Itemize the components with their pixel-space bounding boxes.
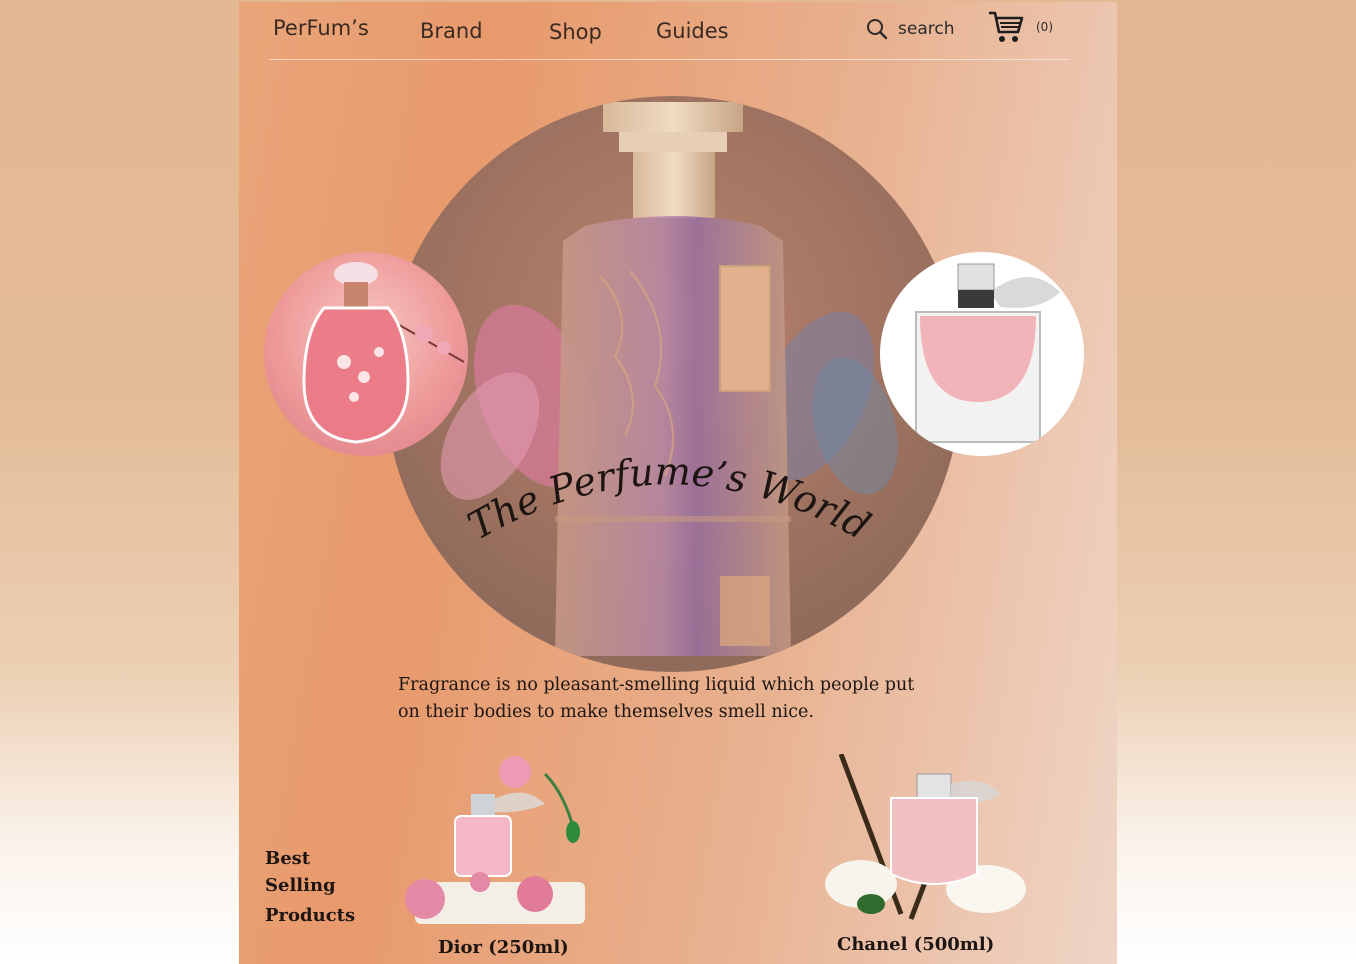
page-canvas: PerFum’s Brand Shop Guides search (0) Th… <box>239 2 1117 964</box>
hero-title: The Perfume’s World <box>461 449 878 548</box>
best-selling-line-1: Best <box>265 848 311 869</box>
product-chanel-image[interactable] <box>811 753 1033 926</box>
svg-text:The Perfume’s World: The Perfume’s World <box>461 449 878 548</box>
site-logo[interactable]: PerFum’s <box>273 16 369 40</box>
tagline-line-1: Fragrance is no pleasant-smelling liquid… <box>398 675 915 695</box>
best-selling-line-2: Selling <box>265 875 336 896</box>
cart-count-badge: (0) <box>1036 20 1053 34</box>
product-chanel-name[interactable]: Chanel (500ml) <box>837 934 994 955</box>
best-selling-line-3: Products <box>265 905 356 926</box>
top-navigation: PerFum’s Brand Shop Guides search (0) <box>269 2 1069 60</box>
hero-image <box>385 96 961 672</box>
cart-button[interactable]: (0) <box>988 10 1053 44</box>
nav-link-brand[interactable]: Brand <box>420 19 483 43</box>
product-dior-image[interactable] <box>395 754 585 926</box>
shopping-cart-icon <box>989 11 1024 42</box>
search-label: search <box>898 19 955 39</box>
search-button[interactable]: search <box>866 15 954 43</box>
tagline-line-2: on their bodies to make themselves smell… <box>398 702 814 722</box>
nav-link-guides[interactable]: Guides <box>656 19 729 43</box>
thumbnail-pink-perfume[interactable] <box>264 252 468 456</box>
thumbnail-clear-perfume[interactable] <box>880 252 1084 456</box>
hero-title-text: The Perfume’s World <box>461 449 878 548</box>
best-selling-heading: Best Selling Products <box>265 845 375 929</box>
tagline: Fragrance is no pleasant-smelling liquid… <box>398 672 998 726</box>
product-dior-name[interactable]: Dior (250ml) <box>438 937 569 958</box>
nav-link-shop[interactable]: Shop <box>549 20 602 44</box>
search-icon <box>867 19 888 40</box>
